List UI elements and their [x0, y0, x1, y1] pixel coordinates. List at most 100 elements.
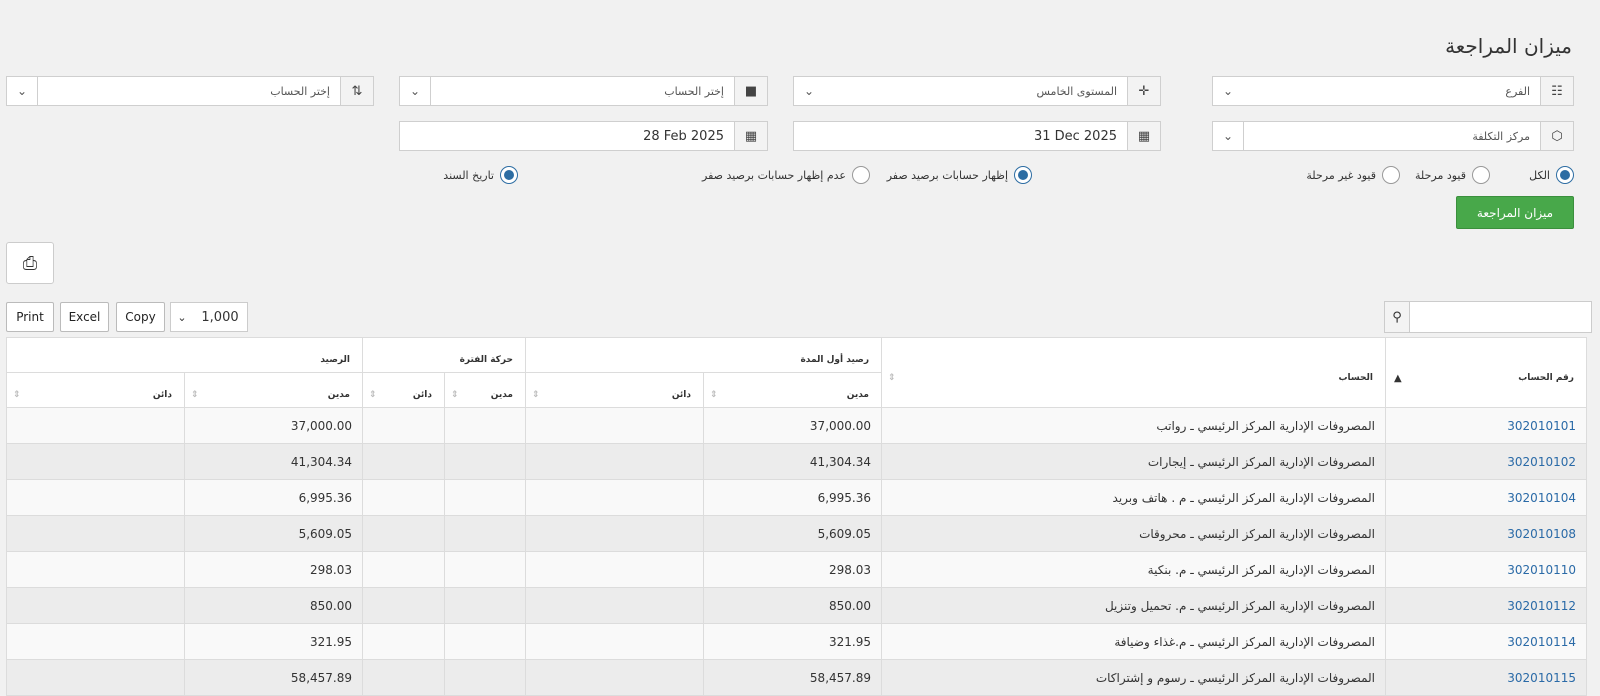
opening-debit-cell: 850.00: [703, 587, 882, 624]
account-number-link[interactable]: 302010108: [1385, 515, 1587, 552]
table-row: 58,457.89 58,457.89 المصروفات الإدارية ا…: [6, 659, 1587, 696]
movement-debit-cell: [444, 515, 526, 552]
radio-unposted[interactable]: قيود غير مرحلة: [1306, 166, 1400, 184]
folder-icon: ■: [734, 77, 767, 105]
account-number-link[interactable]: 302010115: [1385, 659, 1587, 696]
radio-posted[interactable]: قيود مرحلة: [1415, 166, 1490, 184]
radio-doc-date-label: تاريخ السند: [443, 168, 494, 182]
opening-debit-header[interactable]: ⇕ مدين: [703, 372, 882, 408]
copy-button[interactable]: Copy: [116, 302, 165, 332]
opening-credit-cell: [525, 443, 704, 480]
balance-credit-cell: [6, 623, 185, 660]
cube-icon: ⬡: [1540, 122, 1573, 150]
movement-credit-header[interactable]: ⇕ دائن: [362, 372, 445, 408]
movement-credit-cell: [362, 407, 445, 444]
movement-debit-cell: [444, 587, 526, 624]
radio-unposted-label: قيود غير مرحلة: [1306, 168, 1376, 182]
account-number-link[interactable]: 302010101: [1385, 407, 1587, 444]
balance-debit-cell: 6,995.36: [184, 479, 363, 516]
calendar-icon: ▦: [734, 122, 767, 150]
date-from-field[interactable]: ▦ 28 Feb 2025: [399, 121, 768, 151]
opening-credit-header[interactable]: ⇕ دائن: [525, 372, 704, 408]
account-number-link[interactable]: 302010112: [1385, 587, 1587, 624]
radio-dot[interactable]: [1556, 166, 1574, 184]
run-trial-balance-button[interactable]: ميزان المراجعة: [1456, 196, 1574, 229]
table-row: 850.00 850.00 المصروفات الإدارية المركز …: [6, 587, 1587, 624]
balance-debit-cell: 37,000.00: [184, 407, 363, 444]
chevron-down-icon: ⌄: [803, 84, 815, 98]
page-title: ميزان المراجعة: [1445, 34, 1572, 58]
balance-debit-cell: 850.00: [184, 587, 363, 624]
cost-center-value: مركز التكلفة: [1472, 129, 1530, 143]
balance-debit-cell: 58,457.89: [184, 659, 363, 696]
account-number-link[interactable]: 302010102: [1385, 443, 1587, 480]
radio-dot[interactable]: [1014, 166, 1032, 184]
sort-icon: ⇕: [532, 390, 540, 400]
radio-dot[interactable]: [500, 166, 518, 184]
print-button[interactable]: Print: [6, 302, 54, 332]
level-select-value: المستوى الخامس: [1036, 84, 1117, 98]
account-name-cell: المصروفات الإدارية المركز الرئيسي ـ محرو…: [881, 515, 1386, 552]
folder-open-icon: ⇅: [340, 77, 373, 105]
radio-doc-date[interactable]: تاريخ السند: [443, 166, 518, 184]
movement-header: حركة الفترة: [362, 337, 526, 373]
account-number-link[interactable]: 302010114: [1385, 623, 1587, 660]
table-row: 298.03 298.03 المصروفات الإدارية المركز …: [6, 551, 1587, 588]
radio-dot[interactable]: [1472, 166, 1490, 184]
radio-all[interactable]: الكل: [1529, 166, 1574, 184]
chevron-down-icon: ⌄: [1222, 84, 1234, 98]
movement-debit-header[interactable]: ⇕ مدين: [444, 372, 526, 408]
radio-hide-zero-label: عدم إظهار حسابات برصيد صفر: [702, 168, 846, 182]
balance-debit-header[interactable]: ⇕ مدين: [184, 372, 363, 408]
level-select[interactable]: ✛ المستوى الخامس ⌄: [793, 76, 1161, 106]
account-number-link[interactable]: 302010104: [1385, 479, 1587, 516]
page-size-select[interactable]: ⌄ 1,000: [170, 302, 248, 332]
account-from-value: إختر الحساب: [664, 84, 724, 98]
search-input[interactable]: [1410, 302, 1591, 332]
account-no-header[interactable]: ▲ رقم الحساب: [1385, 337, 1587, 408]
search-icon: ⚲: [1385, 302, 1410, 332]
opening-credit-cell: [525, 407, 704, 444]
account-name-cell: المصروفات الإدارية المركز الرئيسي ـ إيجا…: [881, 443, 1386, 480]
radio-dot[interactable]: [852, 166, 870, 184]
account-to-select[interactable]: ⇅ إختر الحساب ⌄: [6, 76, 374, 106]
excel-button[interactable]: Excel: [60, 302, 109, 332]
radio-all-label: الكل: [1529, 168, 1550, 182]
balance-credit-cell: [6, 515, 185, 552]
balance-credit-cell: [6, 659, 185, 696]
opening-debit-cell: 5,609.05: [703, 515, 882, 552]
chevron-down-icon: ⌄: [1213, 122, 1244, 150]
radio-hide-zero[interactable]: عدم إظهار حسابات برصيد صفر: [702, 166, 870, 184]
movement-debit-cell: [444, 407, 526, 444]
opening-debit-cell: 298.03: [703, 551, 882, 588]
chevron-down-icon: ⌄: [177, 310, 187, 324]
sort-icon: ⇕: [369, 390, 377, 400]
print-icon-button[interactable]: ⎙: [6, 242, 54, 284]
movement-debit-cell: [444, 659, 526, 696]
movement-debit-cell: [444, 443, 526, 480]
radio-show-zero[interactable]: إظهار حسابات برصيد صفر: [887, 166, 1032, 184]
table-row: 321.95 321.95 المصروفات الإدارية المركز …: [6, 623, 1587, 660]
print-icon: ⎙: [22, 252, 38, 274]
account-from-select[interactable]: ■ إختر الحساب ⌄: [399, 76, 768, 106]
account-number-link[interactable]: 302010110: [1385, 551, 1587, 588]
date-to-field[interactable]: ▦ 31 Dec 2025: [793, 121, 1161, 151]
sort-icon: ⇕: [191, 390, 199, 400]
account-name-cell: المصروفات الإدارية المركز الرئيسي ـ م.غذ…: [881, 623, 1386, 660]
account-header[interactable]: ⇕ الحساب: [881, 337, 1386, 408]
opening-debit-cell: 321.95: [703, 623, 882, 660]
sitemap-icon: ☷: [1540, 77, 1573, 105]
balance-debit-cell: 5,609.05: [184, 515, 363, 552]
table-row: 6,995.36 6,995.36 المصروفات الإدارية الم…: [6, 479, 1587, 516]
opening-debit-cell: 6,995.36: [703, 479, 882, 516]
balance-credit-cell: [6, 551, 185, 588]
opening-credit-cell: [525, 479, 704, 516]
table-search[interactable]: ⚲: [1384, 301, 1592, 333]
branch-select[interactable]: ☷ الفرع ⌄: [1212, 76, 1574, 106]
account-name-cell: المصروفات الإدارية المركز الرئيسي ـ م. ت…: [881, 587, 1386, 624]
radio-dot[interactable]: [1382, 166, 1400, 184]
balance-credit-header[interactable]: ⇕ دائن: [6, 372, 185, 408]
chevron-down-icon: ⌄: [400, 77, 431, 105]
balance-credit-cell: [6, 407, 185, 444]
cost-center-select[interactable]: ⬡ مركز التكلفة ⌄: [1212, 121, 1574, 151]
